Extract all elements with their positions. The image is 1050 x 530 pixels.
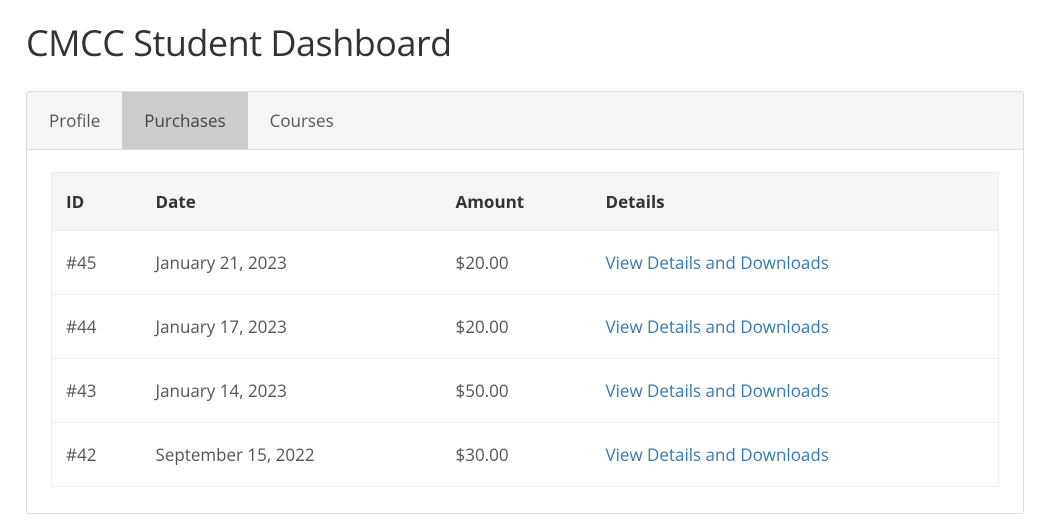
cell-details: View Details and Downloads: [592, 359, 999, 423]
dashboard-panel: Profile Purchases Courses ID Date Amount…: [26, 91, 1024, 514]
cell-amount: $20.00: [442, 231, 592, 295]
table-header-date: Date: [142, 173, 442, 231]
table-header-amount: Amount: [442, 173, 592, 231]
view-details-link[interactable]: View Details and Downloads: [606, 379, 829, 402]
cell-date: September 15, 2022: [142, 423, 442, 487]
table-row: #42September 15, 2022$30.00 View Details …: [52, 423, 999, 487]
cell-amount: $50.00: [442, 359, 592, 423]
table-row: #44January 17, 2023$20.00 View Details an…: [52, 295, 999, 359]
cell-id: #44: [52, 295, 142, 359]
cell-id: #45: [52, 231, 142, 295]
purchases-table: ID Date Amount Details #45January 21, 20…: [51, 172, 999, 487]
cell-amount: $30.00: [442, 423, 592, 487]
view-details-link[interactable]: View Details and Downloads: [606, 251, 829, 274]
table-row: #45January 21, 2023$20.00 View Details an…: [52, 231, 999, 295]
tab-bar: Profile Purchases Courses: [27, 92, 1023, 150]
tab-profile[interactable]: Profile: [27, 92, 122, 149]
view-details-link[interactable]: View Details and Downloads: [606, 443, 829, 466]
cell-details: View Details and Downloads: [592, 295, 999, 359]
table-header-id: ID: [52, 173, 142, 231]
cell-date: January 14, 2023: [142, 359, 442, 423]
tab-courses[interactable]: Courses: [248, 92, 356, 149]
cell-date: January 17, 2023: [142, 295, 442, 359]
cell-details: View Details and Downloads: [592, 231, 999, 295]
tab-content: ID Date Amount Details #45January 21, 20…: [27, 150, 1023, 513]
tab-purchases[interactable]: Purchases: [122, 92, 247, 149]
page-title: CMCC Student Dashboard: [26, 18, 1024, 67]
table-header-details: Details: [592, 173, 999, 231]
cell-id: #43: [52, 359, 142, 423]
table-header-row: ID Date Amount Details: [52, 173, 999, 231]
table-row: #43January 14, 2023$50.00 View Details an…: [52, 359, 999, 423]
cell-date: January 21, 2023: [142, 231, 442, 295]
cell-id: #42: [52, 423, 142, 487]
cell-amount: $20.00: [442, 295, 592, 359]
view-details-link[interactable]: View Details and Downloads: [606, 315, 829, 338]
cell-details: View Details and Downloads: [592, 423, 999, 487]
